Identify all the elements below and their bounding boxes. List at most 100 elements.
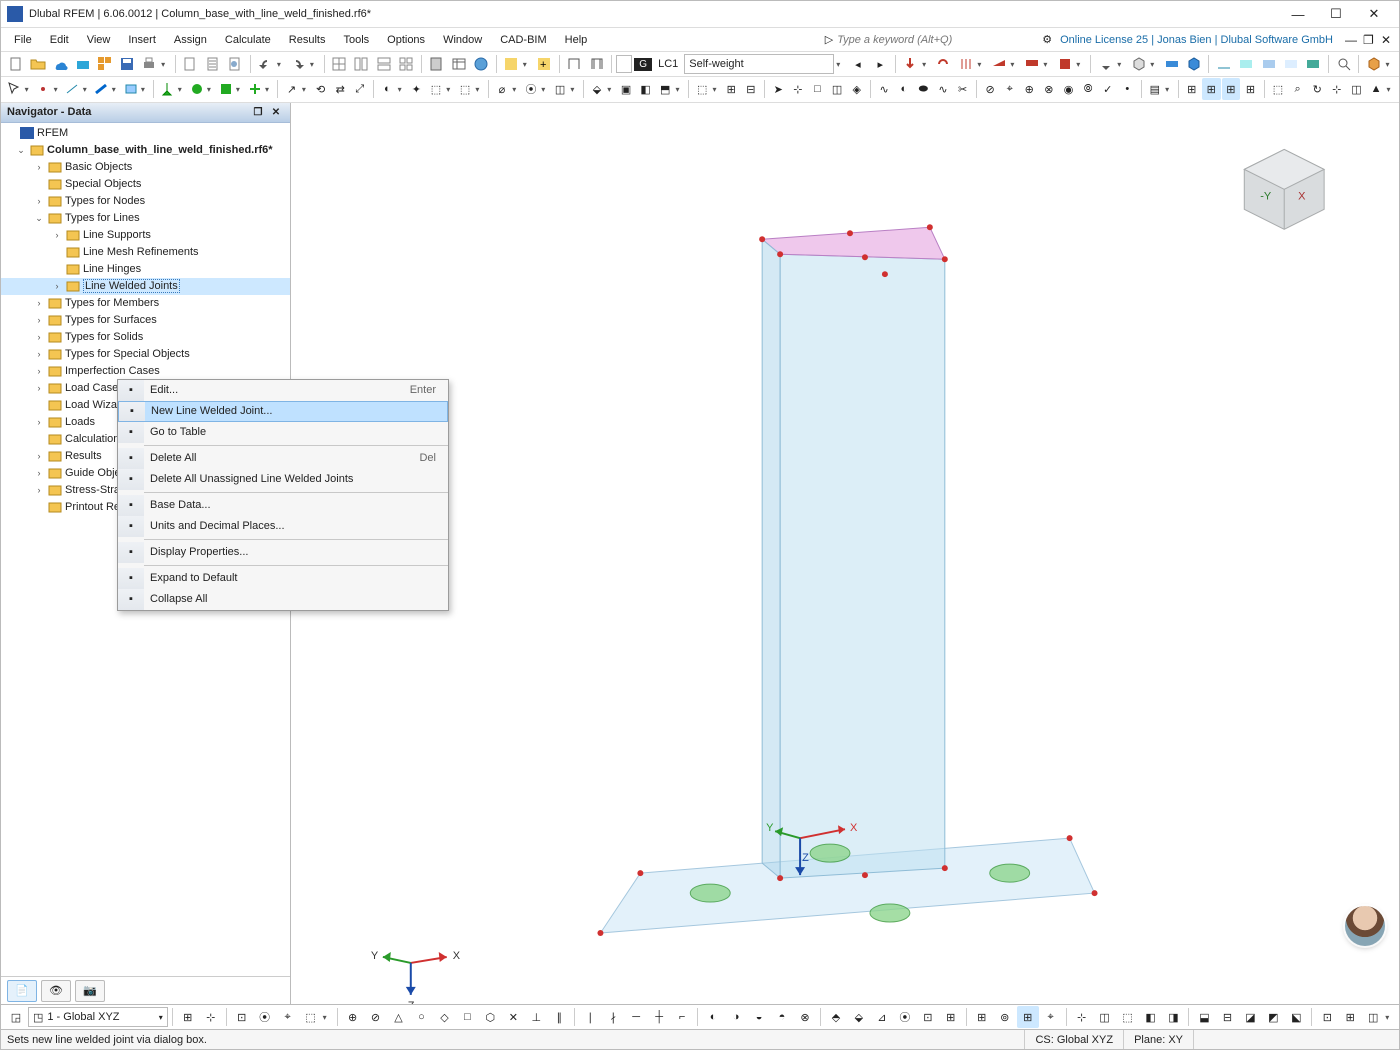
sel1-icon[interactable]: ⬚ [693,78,712,100]
m8-icon[interactable]: • [1118,78,1137,100]
context-menu-item[interactable]: ▪Base Data... [118,495,448,516]
sn22-icon[interactable]: ⬙ [848,1006,870,1028]
ext2-icon[interactable]: ▣ [617,78,636,100]
menu-assign[interactable]: Assign [165,31,216,49]
mesh1-icon[interactable]: ⊞ [1182,78,1201,100]
sn26-icon[interactable]: ⊞ [940,1006,962,1028]
sel3-icon[interactable]: ⊟ [742,78,761,100]
load4-icon[interactable] [1054,53,1075,75]
menu-insert[interactable]: Insert [119,31,165,49]
snap2-icon[interactable]: ⊘ [365,1006,387,1028]
tree-item[interactable]: ›Types for Solids [1,329,290,346]
member-icon[interactable] [92,78,111,100]
xform1-icon[interactable]: ↗ [282,78,301,100]
sn14-icon[interactable]: ┼ [648,1006,670,1028]
cloud-icon[interactable] [50,53,71,75]
help-avatar-icon[interactable] [1345,906,1385,946]
undo-icon[interactable] [255,53,276,75]
snap1-icon[interactable]: ⊕ [342,1006,364,1028]
menu-help[interactable]: Help [556,31,597,49]
inner-close-button[interactable]: ✕ [1381,33,1395,47]
sn19-icon[interactable]: ◓ [771,1006,793,1028]
drop-icon[interactable]: ▾ [141,85,149,94]
tree-item[interactable]: ›Types for Special Objects [1,346,290,363]
drop-icon[interactable]: ▾ [54,85,62,94]
ext4-icon[interactable]: ⬒ [656,78,675,100]
bt3-icon[interactable]: ⊡ [231,1006,253,1028]
lc-drop-icon[interactable]: ▾ [836,60,846,69]
xform2-icon[interactable]: ⟲ [311,78,330,100]
m4-icon[interactable]: ⊗ [1040,78,1059,100]
nav2-icon[interactable]: ⊹ [789,78,808,100]
redo-drop-icon[interactable]: ▾ [310,60,320,69]
menu-view[interactable]: View [78,31,120,49]
snap9-icon[interactable]: ⊥ [525,1006,547,1028]
m2-icon[interactable]: ⌖ [1000,78,1019,100]
nav5-icon[interactable]: ◈ [847,78,866,100]
drop-icon[interactable]: ▾ [446,85,454,94]
settings-icon[interactable]: ⚙ [1042,33,1052,46]
context-menu-item[interactable]: ▪Units and Decimal Places... [118,516,448,537]
sel2-icon[interactable]: ⊞ [722,78,741,100]
drop-icon[interactable]: ▾ [1150,60,1160,69]
frame2-icon[interactable] [586,53,607,75]
block-manager-icon[interactable] [94,53,115,75]
drop-icon[interactable]: ▾ [236,85,244,94]
ext1-icon[interactable]: ⬙ [588,78,607,100]
mesh3-icon[interactable]: ⊞ [1222,78,1241,100]
tree-item[interactable]: ⌄Types for Lines [1,210,290,227]
nav4-icon[interactable]: ◫ [828,78,847,100]
bt2-icon[interactable]: ⊹ [200,1006,222,1028]
render-icon[interactable] [1363,53,1384,75]
display4-icon[interactable] [1280,53,1301,75]
green2-icon[interactable] [187,78,206,100]
display1-icon[interactable] [1213,53,1234,75]
xform3-icon[interactable]: ⇄ [331,78,350,100]
block-icon[interactable] [72,53,93,75]
drop-icon[interactable]: ▾ [83,85,91,94]
node-icon[interactable] [34,78,53,100]
ext3-icon[interactable]: ◧ [636,78,655,100]
tree-item[interactable]: ›Types for Nodes [1,193,290,210]
undo-drop-icon[interactable]: ▾ [277,60,287,69]
tree-item[interactable]: ›Types for Surfaces [1,312,290,329]
drop-icon[interactable]: ▾ [977,60,987,69]
next-icon[interactable]: ▸ [870,53,891,75]
h5-icon[interactable]: ◫ [1347,78,1366,100]
bt4-icon[interactable]: ⦿ [254,1006,276,1028]
drop-icon[interactable]: ▾ [607,85,615,94]
tree-root[interactable]: RFEM [1,125,290,142]
tree-item[interactable]: Special Objects [1,176,290,193]
drop-icon[interactable]: ▾ [265,85,273,94]
load2-icon[interactable] [988,53,1009,75]
display3-icon[interactable] [1258,53,1279,75]
select-icon[interactable] [5,78,24,100]
context-menu-item[interactable]: ▪Expand to Default [118,568,448,589]
arrow-down-icon[interactable] [900,53,921,75]
sn16-icon[interactable]: ◐ [702,1006,724,1028]
h4-icon[interactable]: ⊹ [1327,78,1346,100]
frame1-icon[interactable] [564,53,585,75]
vis2-icon[interactable]: ◐ [894,78,913,100]
tree-model[interactable]: ⌄Column_base_with_line_weld_finished.rf6… [1,142,290,159]
keyword-input[interactable] [837,34,992,46]
geo1-icon[interactable]: ⌀ [493,78,512,100]
wp-icon[interactable]: ◲ [5,1006,27,1028]
maximize-button[interactable]: ☐ [1317,2,1355,26]
find-icon[interactable] [1333,53,1354,75]
mesh2-icon[interactable]: ⊞ [1202,78,1221,100]
context-menu-item[interactable]: ▪Display Properties... [118,542,448,563]
drop-icon[interactable]: ▾ [1165,85,1173,94]
doc2-icon[interactable] [202,53,223,75]
sn15-icon[interactable]: ⌐ [671,1006,693,1028]
opt14-icon[interactable]: ⬕ [1285,1006,1307,1028]
snap8-icon[interactable]: ✕ [502,1006,524,1028]
drop-icon[interactable]: ▾ [161,60,171,69]
xform4-icon[interactable]: ⤢ [351,78,370,100]
tool-b-icon[interactable]: ✦ [407,78,426,100]
drop-icon[interactable]: ▾ [523,60,533,69]
nav-close-button[interactable]: ✕ [268,105,284,119]
grid2-icon[interactable] [351,53,372,75]
menu-calculate[interactable]: Calculate [216,31,280,49]
snap3-icon[interactable]: △ [388,1006,410,1028]
